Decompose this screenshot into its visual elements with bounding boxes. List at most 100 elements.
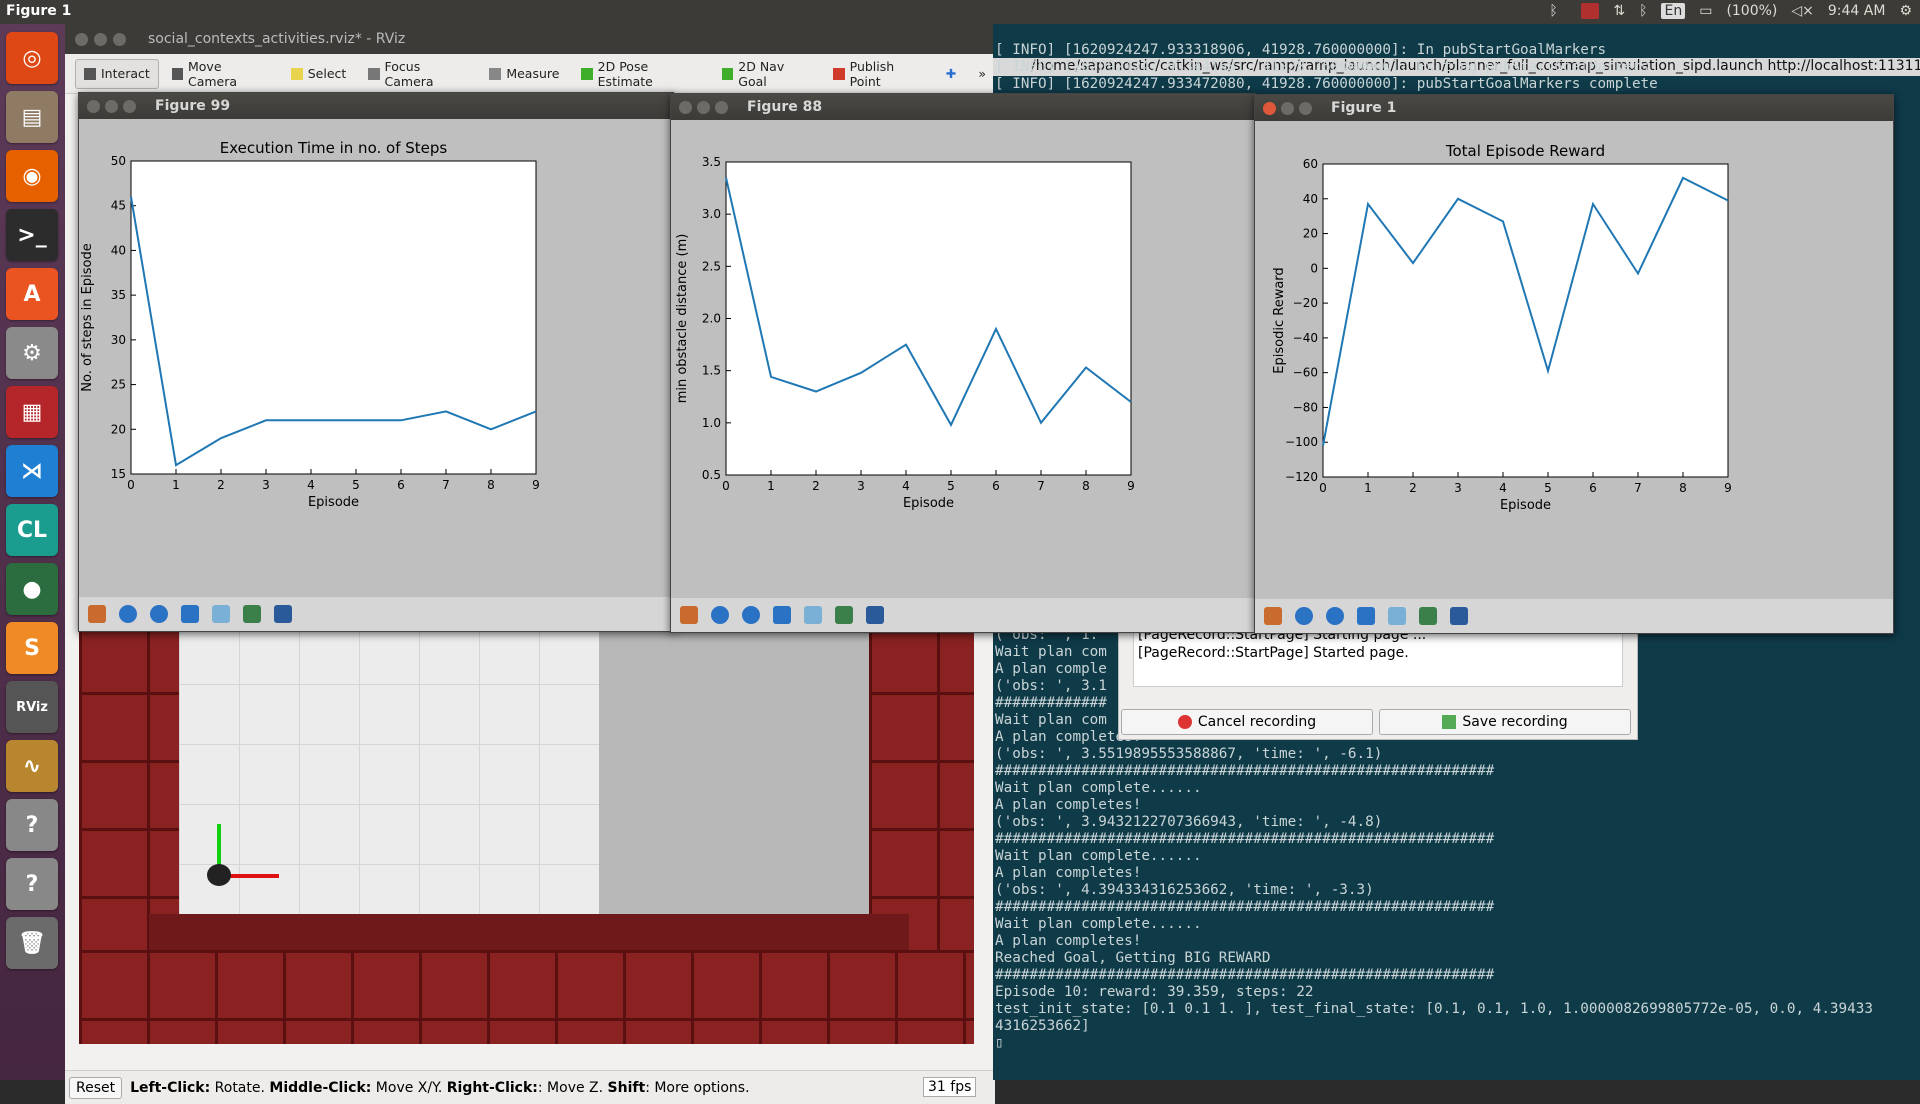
y-tick-label: 40	[1303, 192, 1318, 206]
settings-gear-icon[interactable]: ⚙	[1899, 3, 1912, 19]
x-axis-label: Episode	[1500, 498, 1551, 513]
terminal-icon[interactable]: >_	[6, 209, 58, 261]
pan-icon[interactable]	[1352, 603, 1379, 630]
software-center-icon[interactable]: A	[6, 268, 58, 320]
forward-icon[interactable]	[737, 602, 764, 629]
x-tick-label: 2	[1409, 481, 1417, 495]
subplots-icon[interactable]	[238, 601, 265, 628]
back-icon[interactable]	[114, 601, 141, 628]
y-tick-label: 35	[111, 288, 126, 302]
tool-label: Move Camera	[188, 59, 269, 89]
minimize-icon[interactable]	[94, 33, 107, 46]
chart-execution-steps: Execution Time in no. of StepsEpisodeNo.…	[79, 119, 675, 599]
system-settings-icon[interactable]: ⚙	[6, 327, 58, 379]
x-tick-label: 3	[262, 478, 270, 492]
fps-counter: 31 fps	[923, 1077, 976, 1097]
y-tick-label: −100	[1285, 435, 1318, 449]
2d-nav-goal-tool[interactable]: 2D Nav Goal	[713, 59, 820, 89]
recording-indicator-icon[interactable]	[1581, 3, 1599, 19]
close-icon[interactable]	[75, 33, 88, 46]
minimize-icon[interactable]	[105, 100, 118, 113]
pan-icon[interactable]	[768, 602, 795, 629]
x-tick-label: 2	[217, 478, 225, 492]
back-icon[interactable]	[706, 602, 733, 629]
plot-area	[726, 162, 1131, 475]
unknown-app-icon-1[interactable]: ?	[6, 799, 58, 851]
x-tick-label: 5	[947, 479, 955, 493]
move-camera-tool[interactable]: Move Camera	[163, 59, 278, 89]
rviz-3d-view[interactable]	[79, 624, 974, 1044]
firefox-icon[interactable]: ◉	[6, 150, 58, 202]
minimize-icon[interactable]	[697, 101, 710, 114]
rviz-statusbar: Reset Left-Click: Rotate. Middle-Click: …	[65, 1070, 995, 1104]
2d-pose-estimate-tool[interactable]: 2D Pose Estimate	[572, 59, 709, 89]
unknown-app-icon-2[interactable]: ?	[6, 858, 58, 910]
vscode-icon[interactable]: ⋊	[6, 445, 58, 497]
volume-icon[interactable]: ◁×	[1791, 3, 1814, 19]
forward-icon[interactable]	[145, 601, 172, 628]
home-icon[interactable]	[675, 602, 702, 629]
top-panel: Figure 1 ᛒ ⇅ ᛒ En ▭ (100%) ◁× 9:44 AM ⚙	[0, 0, 1920, 24]
y-tick-label: 45	[111, 199, 126, 213]
close-icon[interactable]	[87, 100, 100, 113]
close-icon[interactable]	[679, 101, 692, 114]
keyboard-language[interactable]: En	[1661, 3, 1685, 19]
x-tick-label: 0	[1319, 481, 1327, 495]
gazebo-icon[interactable]: ●	[6, 563, 58, 615]
toolbar-overflow-icon[interactable]: »	[969, 59, 995, 89]
forward-icon[interactable]	[1321, 603, 1348, 630]
network-icon[interactable]: ⇅	[1613, 3, 1625, 19]
bluetooth-icon[interactable]: ᛒ	[1549, 3, 1567, 19]
battery-percentage[interactable]: (100%)	[1726, 3, 1777, 19]
clock[interactable]: 9:44 AM	[1828, 3, 1886, 19]
x-tick-label: 2	[812, 479, 820, 493]
focus-camera-tool[interactable]: Focus Camera	[359, 59, 476, 89]
save-recording-button[interactable]: Save recording	[1379, 709, 1631, 735]
minimize-icon[interactable]	[1281, 102, 1294, 115]
subplots-icon[interactable]	[830, 602, 857, 629]
add-tool-icon[interactable]: ✚	[937, 59, 965, 89]
close-icon[interactable]	[1263, 102, 1276, 115]
save-figure-icon[interactable]	[1445, 603, 1472, 630]
x-tick-label: 4	[307, 478, 315, 492]
subplots-icon[interactable]	[1414, 603, 1441, 630]
zoom-icon[interactable]	[799, 602, 826, 629]
home-icon[interactable]	[83, 601, 110, 628]
rviz-icon[interactable]: RViz	[6, 681, 58, 733]
save-figure-icon[interactable]	[269, 601, 296, 628]
clion-icon[interactable]: CL	[6, 504, 58, 556]
maximize-icon[interactable]	[715, 101, 728, 114]
battery-icon[interactable]: ▭	[1699, 3, 1712, 19]
rviz-window-title: social_contexts_activities.rviz* - RViz	[148, 31, 405, 47]
home-icon[interactable]	[1259, 603, 1286, 630]
cancel-recording-button[interactable]: Cancel recording	[1121, 709, 1373, 735]
zoom-icon[interactable]	[207, 601, 234, 628]
terminal-line: Wait plan complete......	[995, 780, 1873, 797]
zoom-icon[interactable]	[1383, 603, 1410, 630]
mpl-navbar	[1255, 599, 1893, 633]
oscilloscope-icon[interactable]: ∿	[6, 740, 58, 792]
maximize-icon[interactable]	[1299, 102, 1312, 115]
save-figure-icon[interactable]	[861, 602, 888, 629]
trash-icon[interactable]: 🗑	[6, 917, 58, 969]
ubuntu-dash-icon[interactable]: ◎	[6, 32, 58, 84]
sublime-text-icon[interactable]: S	[6, 622, 58, 674]
maximize-icon[interactable]	[113, 33, 126, 46]
back-icon[interactable]	[1290, 603, 1317, 630]
maximize-icon[interactable]	[123, 100, 136, 113]
files-icon[interactable]: ▤	[6, 91, 58, 143]
x-tick-label: 3	[857, 479, 865, 493]
interact-tool[interactable]: Interact	[75, 59, 159, 89]
mpl-navbar	[671, 598, 1255, 632]
publish-point-tool[interactable]: Publish Point	[824, 59, 932, 89]
y-tick-label: 40	[111, 243, 126, 257]
bluetooth-tray-icon[interactable]: ᛒ	[1639, 3, 1647, 19]
mouse-hints: Left-Click: Rotate. Middle-Click: Move X…	[130, 1080, 749, 1096]
monitor-app-icon[interactable]: ▦	[6, 386, 58, 438]
select-tool[interactable]: Select	[282, 59, 356, 89]
bottom-wall	[79, 950, 974, 1044]
pan-icon[interactable]	[176, 601, 203, 628]
x-tick-label: 0	[722, 479, 730, 493]
x-tick-label: 5	[352, 478, 360, 492]
measure-tool[interactable]: Measure	[480, 59, 568, 89]
